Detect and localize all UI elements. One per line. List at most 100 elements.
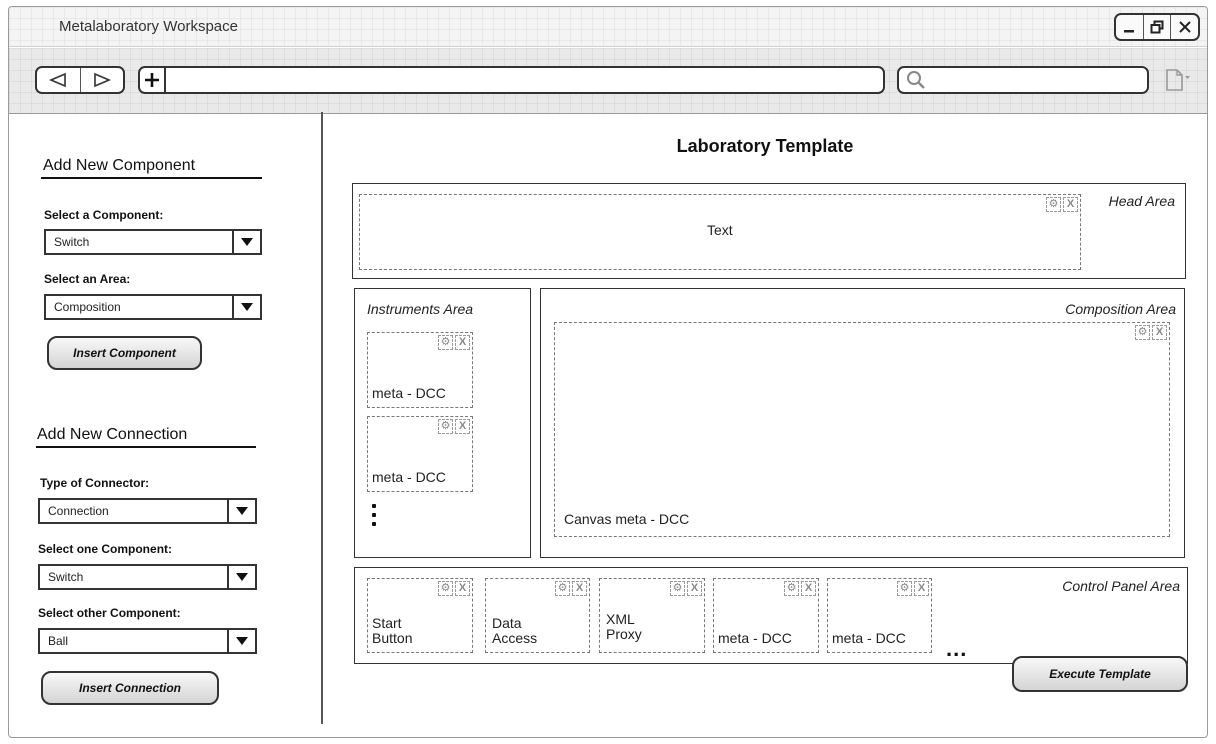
one-component-value: Switch [48,570,84,584]
insert-component-button[interactable]: Insert Component [47,336,202,370]
close-icon [1178,21,1191,33]
area-select[interactable]: Composition [44,294,262,320]
close-icon[interactable]: X [455,419,470,434]
add-connection-underline [36,446,256,448]
component-controls: ⚙ X [1046,197,1078,212]
component-select-value: Switch [54,235,90,249]
control-component-meta-dcc[interactable]: ⚙ X meta - DCC [827,578,932,653]
chevron-down-icon [232,231,260,253]
back-button[interactable] [37,68,80,92]
search-input[interactable] [927,68,1147,92]
head-text-label: Text [707,222,733,238]
title-bar: Metalaboratory Workspace [9,7,1207,47]
instruments-area-label: Instruments Area [367,301,474,317]
instruments-area: Instruments Area ⚙ X meta - DCC ⚙ X meta… [354,288,531,558]
canvas-label: Canvas meta - DCC [564,511,690,527]
one-component-select[interactable]: Switch [38,564,257,590]
component-controls: ⚙ X [438,335,470,350]
component-controls: ⚙ X [784,581,816,596]
gear-icon[interactable]: ⚙ [1135,325,1150,340]
chevron-down-icon [232,296,260,318]
control-component-label: XML Proxy [606,611,642,642]
control-component-xml-proxy[interactable]: ⚙ X XML Proxy [599,578,705,653]
restore-button[interactable] [1142,15,1171,39]
instrument-component[interactable]: ⚙ X meta - DCC [367,416,473,492]
url-input[interactable] [166,68,883,92]
more-controls-indicator: ... [946,636,968,661]
page-menu-button[interactable] [1159,65,1195,95]
control-component-start-button[interactable]: ⚙ X Start Button [367,578,473,653]
control-panel-area-label: Control Panel Area [1062,578,1180,594]
back-triangle-icon [49,73,67,87]
connector-select-label: Type of Connector: [40,476,150,490]
other-component-value: Ball [48,634,69,648]
area-select-value: Composition [54,300,121,314]
close-icon[interactable]: X [455,335,470,350]
control-panel-area: Control Panel Area ⚙ X Start Button ⚙ X … [354,567,1188,664]
gear-icon[interactable]: ⚙ [897,581,912,596]
canvas-component[interactable]: ⚙ X Canvas meta - DCC [554,322,1170,537]
component-controls: ⚙ X [897,581,929,596]
gear-icon[interactable]: ⚙ [438,581,453,596]
close-icon[interactable]: X [687,581,702,596]
page-icon [1166,69,1190,91]
other-component-select[interactable]: Ball [38,628,257,654]
minimize-icon [1124,30,1135,33]
component-select[interactable]: Switch [44,229,262,255]
component-controls: ⚙ X [438,419,470,434]
component-controls: ⚙ X [555,581,587,596]
control-component-label: meta - DCC [718,630,792,646]
new-tab-button[interactable] [140,68,166,92]
control-component-label: Data Access [492,615,538,646]
close-button[interactable] [1170,15,1198,39]
close-icon[interactable]: X [1152,325,1167,340]
navigation-buttons [35,66,125,94]
head-area-label: Head Area [1108,193,1175,209]
component-controls: ⚙ X [438,581,470,596]
control-component-meta-dcc[interactable]: ⚙ X meta - DCC [713,578,819,653]
minimize-button[interactable] [1116,15,1143,39]
component-controls: ⚙ X [1135,325,1167,340]
control-component-data-access[interactable]: ⚙ X Data Access [485,578,590,653]
window-controls [1114,13,1200,41]
other-component-label: Select other Component: [38,606,181,620]
gear-icon[interactable]: ⚙ [438,335,453,350]
control-component-label: meta - DCC [832,630,906,646]
close-icon[interactable]: X [801,581,816,596]
gear-icon[interactable]: ⚙ [784,581,799,596]
component-controls: ⚙ X [670,581,702,596]
connector-select[interactable]: Connection [38,498,257,524]
head-area: Head Area ⚙ X Text [352,183,1186,279]
insert-connection-button[interactable]: Insert Connection [41,671,219,705]
gear-icon[interactable]: ⚙ [1046,197,1061,212]
area-select-label: Select an Area: [44,272,131,286]
close-icon[interactable]: X [914,581,929,596]
gear-icon[interactable]: ⚙ [555,581,570,596]
close-icon[interactable]: X [1063,197,1078,212]
instrument-label: meta - DCC [372,469,446,485]
head-text-component[interactable]: ⚙ X Text [359,194,1081,270]
magnifier-icon [907,71,925,89]
instrument-label: meta - DCC [372,385,446,401]
address-bar [138,66,885,94]
page-title: Laboratory Template [676,136,854,156]
one-component-label: Select one Component: [38,542,173,556]
sidebar-divider [321,112,323,724]
instrument-component[interactable]: ⚙ X meta - DCC [367,332,473,408]
execute-template-button[interactable]: Execute Template [1012,656,1188,692]
chevron-down-icon [227,566,255,588]
gear-icon[interactable]: ⚙ [670,581,685,596]
composition-area: Composition Area ⚙ X Canvas meta - DCC [540,288,1185,558]
add-component-title: Add New Component [43,157,196,174]
add-component-underline [41,177,262,179]
connector-select-value: Connection [48,504,109,518]
close-icon[interactable]: X [455,581,470,596]
browser-toolbar [9,48,1207,114]
window-title: Metalaboratory Workspace [59,18,238,35]
restore-icon [1150,20,1164,34]
close-icon[interactable]: X [572,581,587,596]
component-select-label: Select a Component: [44,208,164,222]
composition-area-label: Composition Area [1065,301,1176,317]
gear-icon[interactable]: ⚙ [438,419,453,434]
forward-button[interactable] [79,68,124,92]
